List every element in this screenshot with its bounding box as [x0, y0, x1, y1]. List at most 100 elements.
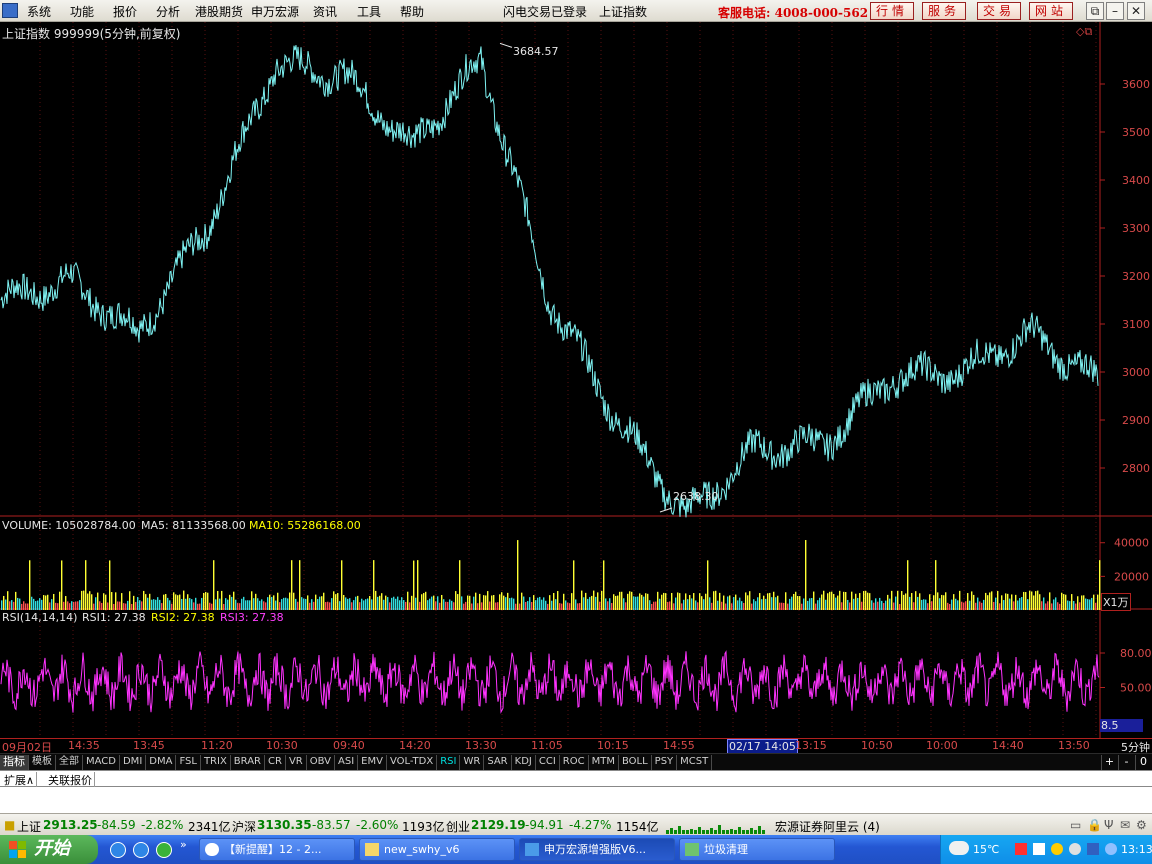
volume-bar — [947, 602, 949, 610]
signal-icon[interactable]: Ψ — [1104, 818, 1113, 832]
menu-shenwan[interactable]: 申万宏源 — [251, 3, 299, 20]
indicator-tab-kdj[interactable]: KDJ — [512, 755, 536, 770]
volume-bar — [725, 603, 727, 610]
restore-icon[interactable]: ⧉ — [1086, 2, 1104, 20]
task-button[interactable]: 申万宏源增强版V6... — [519, 838, 675, 861]
chart-area[interactable]: 3600 3500 3400 3300 3200 3100 3000 2900 2800 4000… — [0, 22, 1152, 738]
menu-system[interactable]: 系统 — [27, 3, 51, 20]
lock-icon[interactable]: 🔒 — [1087, 818, 1102, 832]
indicator-tab-emv[interactable]: EMV — [358, 755, 387, 770]
volume-bar — [861, 601, 863, 610]
indicator-tab-rsi[interactable]: RSI — [437, 755, 461, 770]
message-icon[interactable]: ✉ — [1120, 818, 1130, 832]
menu-function[interactable]: 功能 — [70, 3, 94, 20]
tray-app-icon[interactable] — [1069, 843, 1081, 855]
menu-analysis[interactable]: 分析 — [156, 3, 180, 20]
kline-chart[interactable]: 3600 3500 3400 3300 3200 3100 3000 2900 2800 4000… — [0, 22, 1152, 738]
indicator-tab-asi[interactable]: ASI — [335, 755, 359, 770]
tab-control-minus[interactable]: - — [1118, 755, 1134, 770]
cy-index-name[interactable]: 创业 — [446, 818, 470, 835]
network-icon[interactable] — [1105, 843, 1117, 855]
indicator-tab-boll[interactable]: BOLL — [619, 755, 652, 770]
volume-bar — [47, 594, 49, 610]
volume-bar — [369, 596, 371, 610]
broker-connection[interactable]: 宏源证券阿里云 (4) — [775, 818, 880, 835]
volume-bar — [7, 591, 9, 610]
menu-quotes[interactable]: 报价 — [113, 3, 137, 20]
indicator-tab-obv[interactable]: OBV — [307, 755, 335, 770]
indicator-tab-模板[interactable]: 模板 — [29, 755, 56, 770]
volume-bar — [379, 595, 381, 610]
ie-icon[interactable] — [133, 842, 149, 858]
menu-tools[interactable]: 工具 — [357, 3, 381, 20]
shield-icon[interactable] — [1087, 843, 1099, 855]
tray-app-icon[interactable] — [1033, 843, 1045, 855]
indicator-tab-psy[interactable]: PSY — [652, 755, 678, 770]
indicator-tab-指标[interactable]: 指标 — [0, 755, 29, 770]
indicator-tab-roc[interactable]: ROC — [560, 755, 589, 770]
tray-app-icon[interactable] — [1051, 843, 1063, 855]
minimize-icon[interactable]: – — [1106, 2, 1124, 20]
rsi2-value: RSI2: 27.38 — [151, 611, 215, 624]
volume-bar — [765, 598, 767, 610]
menu-help[interactable]: 帮助 — [400, 3, 424, 20]
tab-control-reset[interactable]: 0 — [1135, 755, 1151, 770]
volume-bar — [987, 595, 989, 610]
service-button[interactable]: 服务 — [922, 2, 966, 20]
indicator-tab-brar[interactable]: BRAR — [231, 755, 265, 770]
indicator-tab-cr[interactable]: CR — [265, 755, 286, 770]
weather-cloud-icon[interactable] — [949, 841, 969, 855]
volume-bar — [535, 600, 537, 610]
settings-icon[interactable]: ⚙ — [1136, 818, 1147, 832]
volume-bar — [115, 592, 117, 610]
chevron-right-icon[interactable]: » — [180, 838, 196, 854]
tab-control-plus[interactable]: + — [1101, 755, 1117, 770]
task-button[interactable]: 垃圾清理 — [679, 838, 835, 861]
indicator-tab-全部[interactable]: 全部 — [56, 755, 83, 770]
hs-index-name[interactable]: 沪深 — [232, 818, 256, 835]
volume-bar — [327, 601, 329, 610]
volume-bar — [713, 591, 715, 610]
chart-corner-icon[interactable]: ◇⧉ — [1076, 25, 1092, 39]
trade-button[interactable]: 交易 — [977, 2, 1021, 20]
volume-bar — [693, 593, 695, 610]
volume-bar — [615, 595, 617, 610]
volume-bar — [375, 590, 377, 610]
task-button[interactable]: new_swhy_v6 — [359, 838, 515, 861]
expand-toggle[interactable]: 扩展∧ — [2, 772, 38, 788]
volume-bar — [271, 596, 273, 610]
menu-hk-futures[interactable]: 港股期货 — [195, 3, 243, 20]
indicator-tab-macd[interactable]: MACD — [83, 755, 120, 770]
indicator-tab-sar[interactable]: SAR — [484, 755, 512, 770]
browser-icon[interactable] — [156, 842, 172, 858]
time-label: 13:50 — [1058, 739, 1090, 752]
volume-bar — [135, 601, 137, 610]
indicator-tab-wr[interactable]: WR — [460, 755, 485, 770]
indicator-tab-mtm[interactable]: MTM — [589, 755, 619, 770]
indicator-tab-dmi[interactable]: DMI — [120, 755, 147, 770]
chart-title: 上证指数 999999(5分钟,前复权) — [2, 27, 181, 41]
volume-bar — [43, 595, 45, 610]
indicator-tab-cci[interactable]: CCI — [536, 755, 560, 770]
volume-bar — [1083, 595, 1085, 610]
ie-icon[interactable] — [110, 842, 126, 858]
indicator-tab-fsl[interactable]: FSL — [176, 755, 201, 770]
quotes-button[interactable]: 行情 — [870, 2, 914, 20]
close-icon[interactable]: ✕ — [1127, 2, 1145, 20]
volume-bar — [479, 593, 481, 610]
indicator-tab-mcst[interactable]: MCST — [677, 755, 713, 770]
website-button[interactable]: 网站 — [1029, 2, 1073, 20]
indicator-tab-trix[interactable]: TRIX — [201, 755, 231, 770]
window-icon[interactable]: ▭ — [1070, 818, 1081, 832]
tray-app-icon[interactable] — [1015, 843, 1027, 855]
indicator-tab-dma[interactable]: DMA — [146, 755, 177, 770]
start-button[interactable]: 开始 — [0, 835, 98, 864]
menu-news[interactable]: 资讯 — [313, 3, 337, 20]
related-quotes-tab[interactable]: 关联报价 — [46, 772, 95, 788]
indicator-tab-vol-tdx[interactable]: VOL-TDX — [387, 755, 438, 770]
task-button[interactable]: 【新提醒】12 - 2... — [199, 838, 355, 861]
sh-index-name[interactable]: 上证 — [17, 818, 41, 835]
volume-bar — [611, 603, 613, 610]
indicator-tab-vr[interactable]: VR — [286, 755, 307, 770]
sh-index-amount: 2341亿 — [188, 820, 231, 834]
